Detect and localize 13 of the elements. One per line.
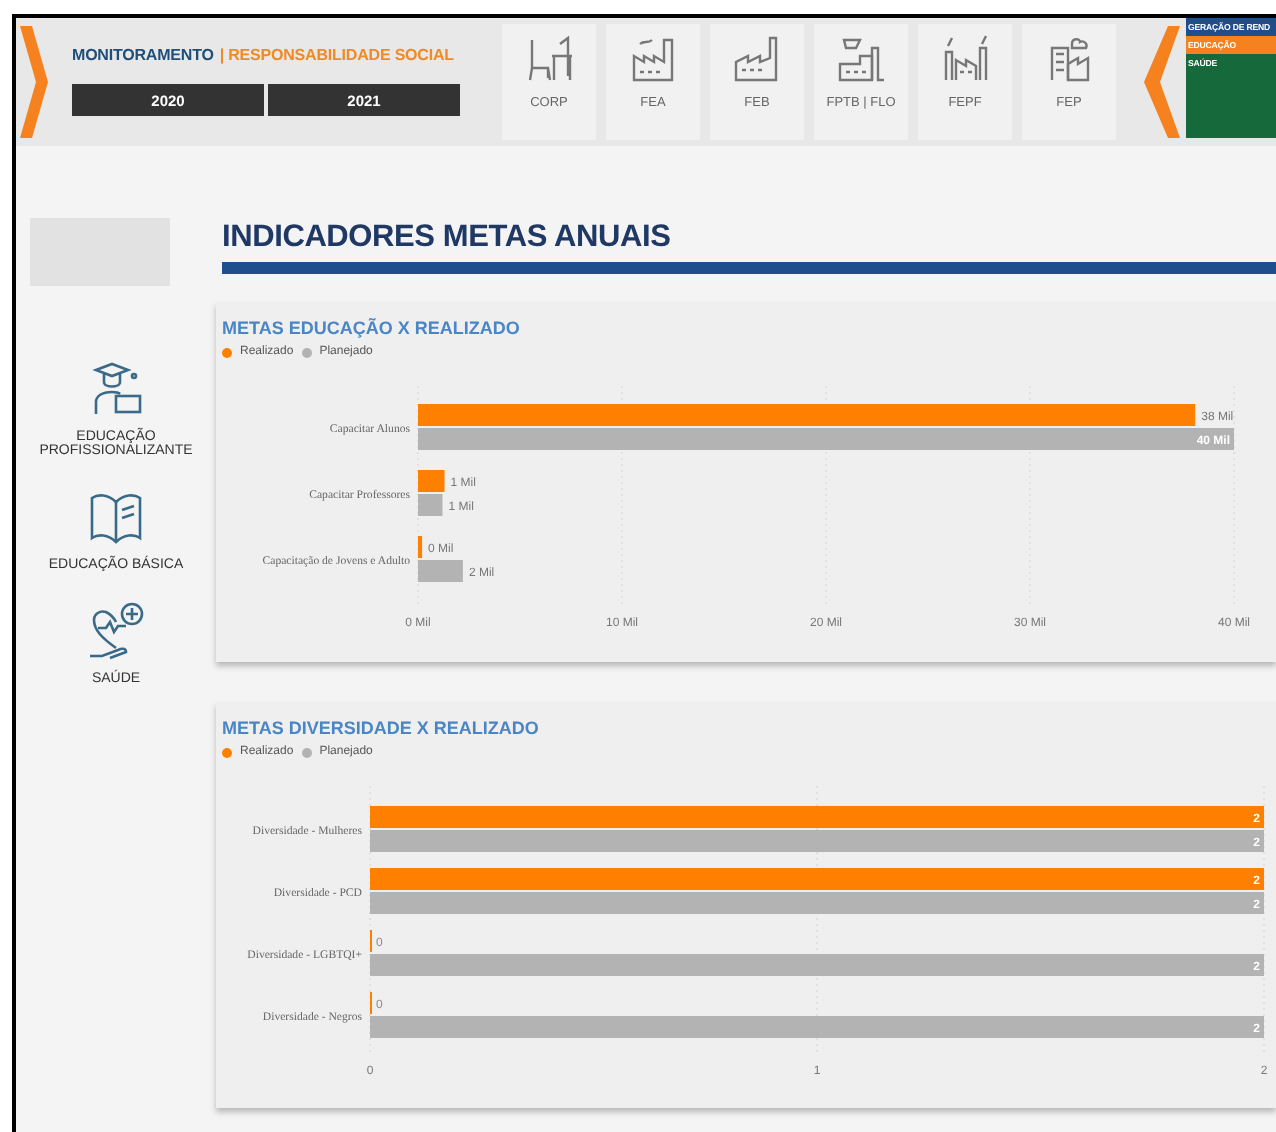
bar <box>418 470 445 492</box>
dashboard-subtitle: | RESPONSABILIDADE SOCIAL <box>219 46 454 64</box>
factory-icon <box>939 32 991 84</box>
chevron-icon <box>20 26 48 138</box>
page-title: INDICADORES METAS ANUAIS <box>222 220 673 256</box>
factory-icon <box>731 32 783 84</box>
heart-hand-icon <box>86 600 146 660</box>
chart-title: METAS DIVERSIDADE X REALIZADO <box>222 718 541 738</box>
dashboard-title: MONITORAMENTO <box>72 46 214 64</box>
desk-chair-icon <box>523 32 575 84</box>
chevron-icon <box>1144 26 1180 138</box>
chart-title: METAS EDUCAÇÃO X REALIZADO <box>222 318 522 338</box>
bar <box>418 494 443 516</box>
